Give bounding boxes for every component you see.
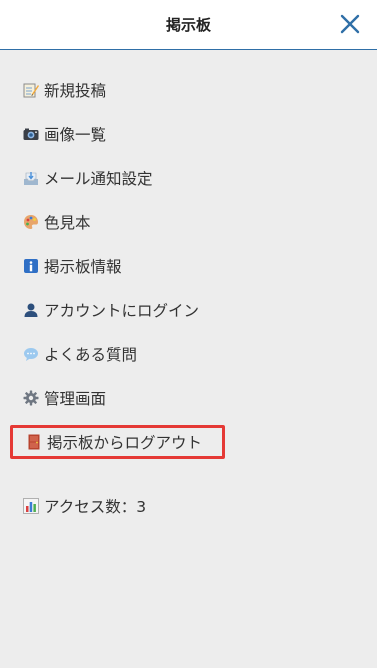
- menu-item-label: 掲示板情報: [44, 258, 122, 276]
- menu-item-label: 新規投稿: [44, 82, 107, 100]
- menu-item-label: アカウントにログイン: [44, 302, 200, 320]
- menu-item-image-list[interactable]: 画像一覧: [0, 112, 377, 156]
- close-button[interactable]: [337, 11, 363, 37]
- menu-item-label: 画像一覧: [44, 126, 107, 144]
- speech-balloon-icon: [22, 346, 39, 363]
- menu-item-label: メール通知設定: [44, 170, 153, 188]
- menu-item-label: 掲示板からログアウト: [47, 434, 203, 452]
- bar-chart-icon: [22, 498, 39, 515]
- menu-item-new-post[interactable]: 新規投稿: [0, 68, 377, 112]
- gear-icon: [22, 390, 39, 407]
- user-icon: [22, 302, 39, 319]
- menu-item-label: 管理画面: [44, 390, 107, 408]
- header: 掲示板: [0, 0, 377, 50]
- menu-item-account-login[interactable]: アカウントにログイン: [0, 288, 377, 332]
- menu-item-label: 色見本: [44, 214, 91, 232]
- menu-list: 新規投稿 画像一覧 メール通知設定 色見本 掲示板情報 アカウントにログイン よ…: [0, 68, 377, 464]
- menu-item-logout[interactable]: 掲示板からログアウト: [10, 425, 225, 459]
- menu-item-faq[interactable]: よくある質問: [0, 332, 377, 376]
- palette-icon: [22, 214, 39, 231]
- access-count-label: アクセス数：3: [44, 498, 147, 516]
- inbox-tray-icon: [22, 170, 39, 187]
- information-icon: [22, 258, 39, 275]
- menu-item-mail-notification[interactable]: メール通知設定: [0, 156, 377, 200]
- access-counter: アクセス数：3: [22, 490, 146, 522]
- memo-icon: [22, 82, 39, 99]
- menu-item-admin[interactable]: 管理画面: [0, 376, 377, 420]
- menu-item-board-info[interactable]: 掲示板情報: [0, 244, 377, 288]
- close-icon[interactable]: [337, 11, 363, 37]
- camera-icon: [22, 126, 39, 143]
- page-title: 掲示板: [165, 16, 211, 34]
- door-icon: [25, 434, 42, 451]
- menu-item-label: よくある質問: [44, 346, 138, 364]
- menu-item-color-sample[interactable]: 色見本: [0, 200, 377, 244]
